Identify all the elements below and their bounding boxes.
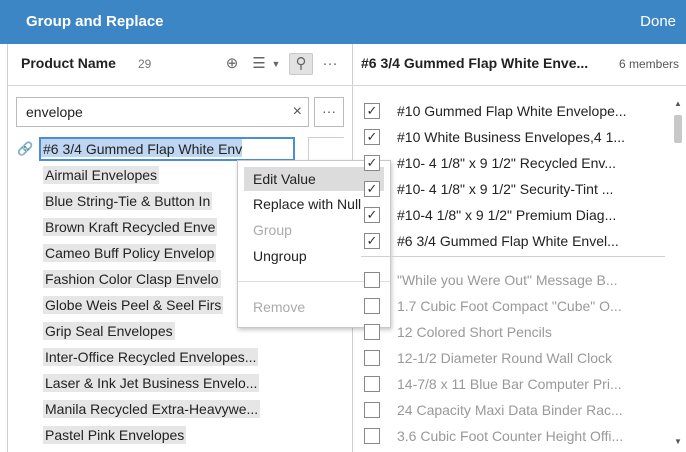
values-list: Airmail Envelopes Blue String-Tie & Butt… bbox=[43, 162, 261, 448]
checkbox-unchecked[interactable] bbox=[364, 324, 380, 340]
checkbox-checked[interactable]: ✓ bbox=[364, 129, 380, 145]
search-more-button[interactable]: ··· bbox=[314, 97, 344, 127]
list-item[interactable]: ✓ #10 Gummed Flap White Envelope... bbox=[361, 99, 665, 125]
checkbox-checked[interactable]: ✓ bbox=[364, 181, 380, 197]
list-item[interactable]: ✓ #10 White Business Envelopes,4 1... bbox=[361, 125, 665, 151]
group-header: #6 3/4 Gummed Flap White Enve... 6 membe… bbox=[353, 44, 686, 86]
clear-search-icon[interactable]: × bbox=[293, 103, 302, 121]
checkbox-unchecked[interactable] bbox=[364, 428, 380, 444]
list-item[interactable]: Blue String-Tie & Button In bbox=[43, 188, 260, 214]
scrollbar[interactable]: ▲ ▼ bbox=[672, 99, 684, 446]
add-circle-icon[interactable]: ⊕ bbox=[221, 53, 243, 75]
list-item[interactable]: Cameo Buff Policy Envelop bbox=[43, 240, 260, 266]
list-item[interactable]: ✓ #10-4 1/8" x 9 1/2" Premium Diag... bbox=[361, 203, 665, 229]
sort-icon[interactable]: ☰ bbox=[248, 53, 270, 75]
list-item[interactable]: ✓ #10- 4 1/8" x 9 1/2" Recycled Env... bbox=[361, 151, 665, 177]
list-item[interactable]: 24 Capacity Maxi Data Binder Rac... bbox=[361, 398, 665, 424]
checkbox-unchecked[interactable] bbox=[364, 350, 380, 366]
values-panel-header: Product Name 29 ⊕ ☰ ▼ ⚲ ··· bbox=[8, 44, 353, 86]
members-list: ✓ #10 Gummed Flap White Envelope... ✓ #10 … bbox=[361, 99, 665, 255]
search-input[interactable] bbox=[17, 98, 277, 126]
value-count: 29 bbox=[138, 57, 152, 71]
scroll-down-icon[interactable]: ▼ bbox=[672, 437, 684, 446]
list-item[interactable]: Grip Seal Envelopes bbox=[43, 318, 260, 344]
edit-value-text[interactable]: #6 3/4 Gummed Flap White Env bbox=[41, 139, 243, 157]
list-item[interactable]: 14-7/8 x 11 Blue Bar Computer Pri... bbox=[361, 372, 665, 398]
list-item[interactable]: ✓ #10- 4 1/8" x 9 1/2" Security-Tint ... bbox=[361, 177, 665, 203]
chevron-down-icon[interactable]: ▼ bbox=[270, 53, 282, 75]
checkbox-checked[interactable]: ✓ bbox=[364, 233, 380, 249]
list-item[interactable]: Manila Recycled Extra-Heavywe... bbox=[43, 396, 261, 422]
scroll-up-icon[interactable]: ▲ bbox=[672, 99, 684, 108]
list-item[interactable]: Brown Kraft Recycled Enve bbox=[43, 214, 260, 240]
more-options-icon[interactable]: ··· bbox=[319, 53, 341, 75]
done-button[interactable]: Done bbox=[640, 13, 676, 30]
list-item[interactable]: ✓ #6 3/4 Gummed Flap White Envel... bbox=[361, 229, 665, 255]
group-members-panel: #6 3/4 Gummed Flap White Enve... 6 membe… bbox=[353, 44, 686, 452]
checkbox-unchecked[interactable] bbox=[364, 376, 380, 392]
list-item[interactable]: 12-1/2 Diameter Round Wall Clock bbox=[361, 346, 665, 372]
checkbox-unchecked[interactable] bbox=[364, 272, 380, 288]
list-item[interactable]: 3.6 Cubic Foot Counter Height Offi... bbox=[361, 424, 665, 450]
field-name: Product Name bbox=[21, 55, 116, 71]
checkbox-checked[interactable]: ✓ bbox=[364, 103, 380, 119]
list-item[interactable]: Inter-Office Recycled Envelopes... bbox=[43, 344, 260, 370]
edit-value-field[interactable]: #6 3/4 Gummed Flap White Env bbox=[39, 137, 295, 161]
list-item[interactable]: 1.7 Cubic Foot Compact "Cube" O... bbox=[361, 294, 665, 320]
list-item[interactable]: Airmail Envelopes bbox=[43, 162, 260, 188]
scrollbar-thumb[interactable] bbox=[674, 115, 682, 143]
paperclip-icon: 🔗 bbox=[17, 141, 34, 156]
checkbox-checked[interactable]: ✓ bbox=[364, 155, 380, 171]
search-icon[interactable]: ⚲ bbox=[289, 53, 313, 75]
dialog-title: Group and Replace bbox=[26, 13, 164, 30]
list-item[interactable]: Fashion Color Clasp Envelo bbox=[43, 266, 260, 292]
members-divider bbox=[361, 256, 665, 257]
list-item[interactable]: Pastel Pink Envelopes bbox=[43, 422, 260, 448]
other-values-list: "While you Were Out" Message B... 1.7 Cu… bbox=[361, 268, 665, 450]
list-item[interactable]: "While you Were Out" Message B... bbox=[361, 268, 665, 294]
list-item[interactable]: Laser & Ink Jet Business Envelo... bbox=[43, 370, 260, 396]
list-item[interactable]: 12 Colored Short Pencils bbox=[361, 320, 665, 346]
member-count: 6 members bbox=[619, 57, 680, 71]
checkbox-unchecked[interactable] bbox=[364, 402, 380, 418]
title-bar: Group and Replace Done bbox=[0, 0, 686, 44]
list-item[interactable]: Globe Weis Peel & Seel Firs bbox=[43, 292, 260, 318]
checkbox-checked[interactable]: ✓ bbox=[364, 207, 380, 223]
search-field[interactable]: × bbox=[16, 97, 309, 127]
checkbox-unchecked[interactable] bbox=[364, 298, 380, 314]
group-title: #6 3/4 Gummed Flap White Enve... bbox=[361, 55, 589, 71]
